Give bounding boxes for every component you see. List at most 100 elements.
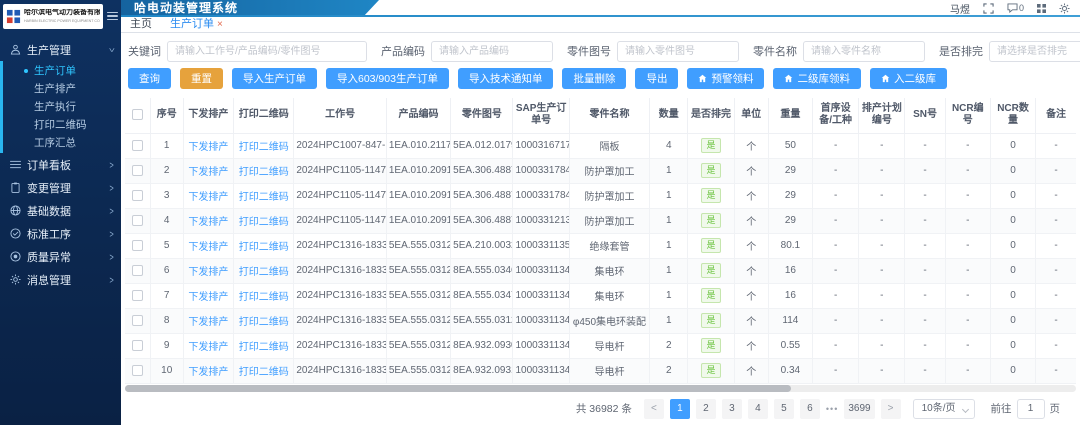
user-name[interactable]: 马煜 — [950, 1, 970, 16]
dispatch-link[interactable]: 下发排产 — [188, 267, 228, 278]
unit-cell: 个 — [734, 258, 768, 283]
row-checkbox[interactable] — [132, 290, 143, 301]
sidebar-item-change-mgmt[interactable]: 变更管理> — [0, 176, 121, 199]
print-qrcode-link[interactable]: 打印二维码 — [239, 292, 289, 303]
dispatch-link[interactable]: 下发排产 — [188, 142, 228, 153]
sidebar-subitem[interactable]: 生产执行 — [3, 98, 121, 116]
part-name-input[interactable] — [803, 41, 925, 62]
sidebar-item-base-data[interactable]: 基础数据> — [0, 199, 121, 222]
sidebar-subitem[interactable]: 生产订单 — [3, 62, 121, 80]
ncr_qty-cell: 0 — [990, 158, 1035, 183]
print-qrcode-link[interactable]: 打印二维码 — [239, 167, 289, 178]
filter-product-code: 产品编码 — [381, 41, 553, 62]
sidebar-item-message-mgmt[interactable]: 消息管理> — [0, 268, 121, 291]
sidebar-item-production[interactable]: 生产管理> — [0, 38, 121, 61]
message-icon[interactable]: 0 — [1007, 3, 1024, 13]
warn-material-button[interactable]: 预警领料 — [687, 68, 764, 89]
row-checkbox[interactable] — [132, 165, 143, 176]
prev-page-button[interactable]: < — [644, 399, 664, 419]
select-all-checkbox[interactable] — [132, 109, 143, 120]
work_no-cell: 2024HPC1316-1833-2 — [294, 358, 386, 383]
sidebar-item-order-board[interactable]: 订单看板> — [0, 153, 121, 176]
row-checkbox[interactable] — [132, 265, 143, 276]
dispatch-link[interactable]: 下发排产 — [188, 342, 228, 353]
l2-material-button[interactable]: 二级库领料 — [773, 68, 861, 89]
product-code-input[interactable] — [431, 41, 553, 62]
gear-icon[interactable] — [1059, 3, 1070, 14]
dispatch-link[interactable]: 下发排产 — [188, 217, 228, 228]
fullscreen-icon[interactable] — [983, 3, 994, 14]
print-qrcode-link[interactable]: 打印二维码 — [239, 192, 289, 203]
row-checkbox[interactable] — [132, 340, 143, 351]
sn-cell: - — [905, 233, 945, 258]
print-qrcode-link[interactable]: 打印二维码 — [239, 367, 289, 378]
page-button-6[interactable]: 6 — [800, 399, 820, 419]
menu-collapse-icon[interactable] — [106, 10, 119, 23]
print-qrcode-link[interactable]: 打印二维码 — [239, 342, 289, 353]
next-page-button[interactable]: > — [881, 399, 901, 419]
keyword-input[interactable] — [167, 41, 367, 62]
sidebar-subitem[interactable]: 生产排产 — [3, 80, 121, 98]
dispatch-link[interactable]: 下发排产 — [188, 192, 228, 203]
page-button-1[interactable]: 1 — [670, 399, 690, 419]
sidebar-subitem[interactable]: 打印二维码 — [3, 116, 121, 134]
search-button[interactable]: 查询 — [128, 68, 171, 89]
sidebar-item-standard-process[interactable]: 标准工序> — [0, 222, 121, 245]
print-qrcode-cell: 打印二维码 — [234, 358, 294, 383]
print-qrcode-link[interactable]: 打印二维码 — [239, 267, 289, 278]
dispatch-cell: 下发排产 — [183, 133, 233, 158]
page-size-select[interactable]: 10条/页 — [913, 399, 975, 419]
into-l2-button[interactable]: 入二级库 — [870, 68, 947, 89]
sidebar-subitem[interactable]: 工序汇总 — [3, 134, 121, 152]
work_no-cell: 2024HPC1316-1833-2 — [294, 258, 386, 283]
row-checkbox[interactable] — [132, 190, 143, 201]
page-button-4[interactable]: 4 — [748, 399, 768, 419]
close-icon[interactable]: × — [217, 17, 223, 32]
tab-主页[interactable]: 主页 — [130, 17, 152, 32]
weight-cell: 80.1 — [768, 233, 812, 258]
row-checkbox[interactable] — [132, 215, 143, 226]
ncr_no-cell: - — [945, 308, 990, 333]
sidebar-item-quality-exception[interactable]: 质量异常> — [0, 245, 121, 268]
import-notice-button[interactable]: 导入技术通知单 — [458, 68, 554, 89]
export-button[interactable]: 导出 — [635, 68, 678, 89]
seq-cell: 10 — [150, 358, 183, 383]
remark-cell: - — [1036, 333, 1076, 358]
row-checkbox[interactable] — [132, 315, 143, 326]
print-qrcode-link[interactable]: 打印二维码 — [239, 217, 289, 228]
column-header: 零件图号 — [451, 98, 513, 133]
reset-button[interactable]: 重置 — [180, 68, 223, 89]
row-checkbox[interactable] — [132, 240, 143, 251]
print-qrcode-cell: 打印二维码 — [234, 208, 294, 233]
part-no-input[interactable] — [617, 41, 739, 62]
scrollbar-thumb[interactable] — [125, 385, 791, 392]
dispatch-link[interactable]: 下发排产 — [188, 167, 228, 178]
last-page-button[interactable]: 3699 — [844, 399, 874, 419]
dispatch-link[interactable]: 下发排产 — [188, 317, 228, 328]
scheduled-cell: 是 — [688, 233, 734, 258]
import-603-button[interactable]: 导入603/903生产订单 — [326, 68, 449, 89]
chevron-down-icon — [961, 405, 968, 412]
goto-page-input[interactable] — [1017, 399, 1045, 419]
warehouse-icon — [784, 74, 793, 83]
dispatch-link[interactable]: 下发排产 — [188, 367, 228, 378]
dispatch-link[interactable]: 下发排产 — [188, 292, 228, 303]
tab-生产订单[interactable]: 生产订单 × — [170, 17, 223, 32]
dispatch-link[interactable]: 下发排产 — [188, 242, 228, 253]
print-qrcode-link[interactable]: 打印二维码 — [239, 142, 289, 153]
row-checkbox[interactable] — [132, 365, 143, 376]
print-qrcode-link[interactable]: 打印二维码 — [239, 242, 289, 253]
scheduled-badge: 是 — [701, 313, 720, 328]
import-order-button[interactable]: 导入生产订单 — [232, 68, 317, 89]
batch-delete-button[interactable]: 批量删除 — [562, 68, 626, 89]
row-checkbox[interactable] — [132, 140, 143, 151]
page-button-5[interactable]: 5 — [774, 399, 794, 419]
scheduled-select[interactable]: 请选择是否排完 — [989, 41, 1080, 62]
weight-cell: 16 — [768, 258, 812, 283]
page-button-3[interactable]: 3 — [722, 399, 742, 419]
more-pages-icon[interactable]: ••• — [826, 404, 838, 414]
horizontal-scrollbar[interactable] — [125, 385, 1076, 392]
print-qrcode-link[interactable]: 打印二维码 — [239, 317, 289, 328]
page-button-2[interactable]: 2 — [696, 399, 716, 419]
apps-grid-icon[interactable] — [1037, 4, 1046, 13]
